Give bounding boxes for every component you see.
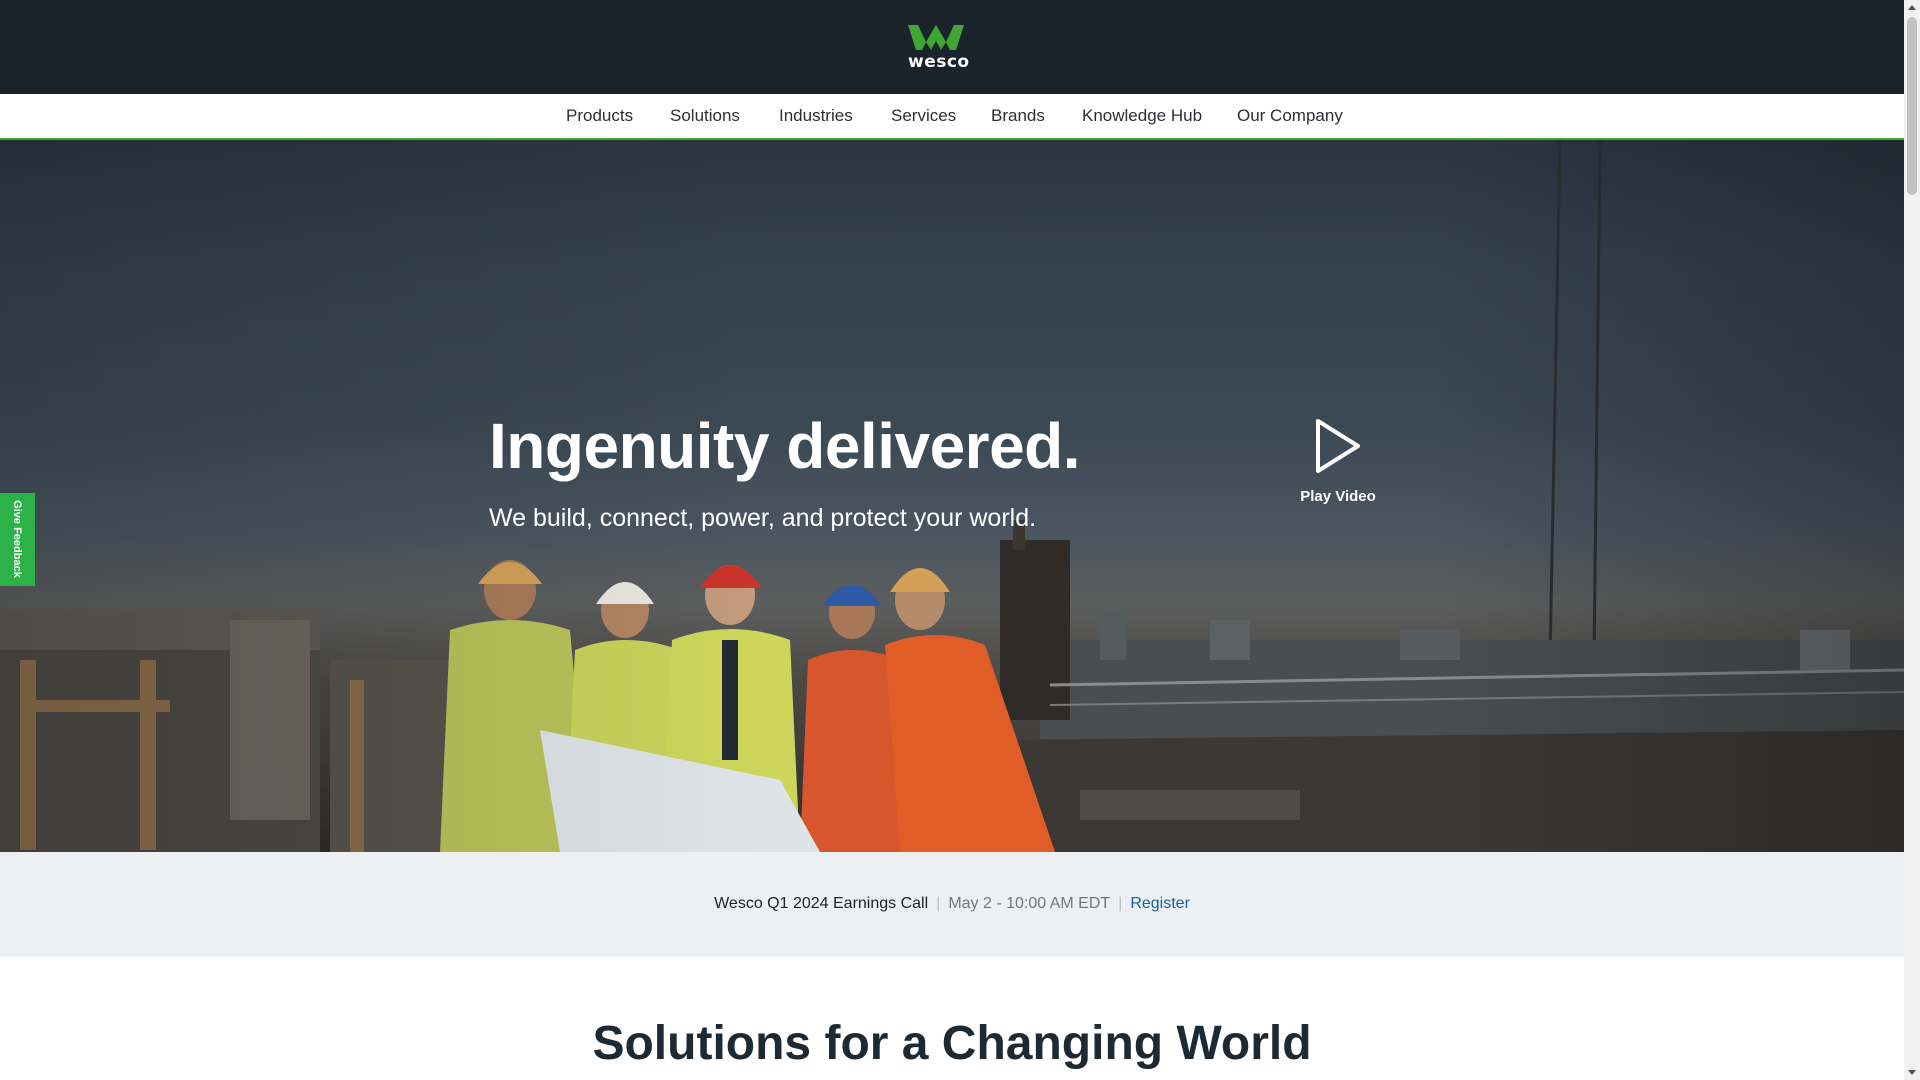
page: wesco Products Solutions Industries Serv…: [0, 0, 1904, 1080]
nav-item-knowledge-hub[interactable]: Knowledge Hub: [1082, 106, 1202, 126]
scroll-down-arrow-icon[interactable]: [1904, 1064, 1920, 1080]
announcement-separator: |: [936, 895, 941, 912]
scroll-up-arrow-icon[interactable]: [1904, 0, 1920, 16]
nav-item-brands[interactable]: Brands: [991, 106, 1045, 126]
top-header: wesco: [0, 0, 1904, 94]
register-link[interactable]: Register: [1130, 895, 1190, 912]
hero-subtitle: We build, connect, power, and protect yo…: [489, 504, 1037, 532]
wesco-w-mark: [908, 25, 964, 50]
announcement-line: Wesco Q1 2024 Earnings Call | May 2 - 10:0…: [0, 894, 1904, 914]
nav-item-services[interactable]: Services: [891, 106, 956, 126]
announcement-date: May 2 - 10:00 AM EDT: [948, 895, 1111, 912]
announcement-event: Wesco Q1 2024 Earnings Call: [714, 895, 929, 912]
play-video-label: Play Video: [1300, 488, 1376, 505]
logo-wordmark: wesco: [908, 52, 970, 72]
main-nav: Products Solutions Industries Services B…: [0, 94, 1904, 140]
play-video-button[interactable]: Play Video: [1298, 418, 1378, 512]
announcement-bar: Wesco Q1 2024 Earnings Call | May 2 - 10:0…: [0, 852, 1904, 957]
page-scrollbar[interactable]: [1904, 0, 1920, 1080]
nav-item-solutions[interactable]: Solutions: [670, 106, 740, 126]
give-feedback-label: Give Feedback: [11, 500, 23, 578]
hero-banner: Ingenuity delivered. We build, connect, …: [0, 140, 1904, 852]
play-icon: [1316, 419, 1360, 473]
nav-item-products[interactable]: Products: [566, 106, 633, 126]
scrollbar-thumb[interactable]: [1907, 17, 1917, 195]
hero-title: Ingenuity delivered.: [489, 410, 1081, 482]
nav-item-our-company[interactable]: Our Company: [1237, 106, 1343, 126]
hero-overlay: [0, 140, 1904, 852]
give-feedback-tab[interactable]: Give Feedback: [0, 493, 35, 586]
wesco-logo[interactable]: wesco: [908, 24, 970, 72]
announcement-separator: |: [1118, 895, 1123, 912]
nav-item-industries[interactable]: Industries: [779, 106, 853, 126]
section-title: Solutions for a Changing World: [592, 1017, 1312, 1070]
